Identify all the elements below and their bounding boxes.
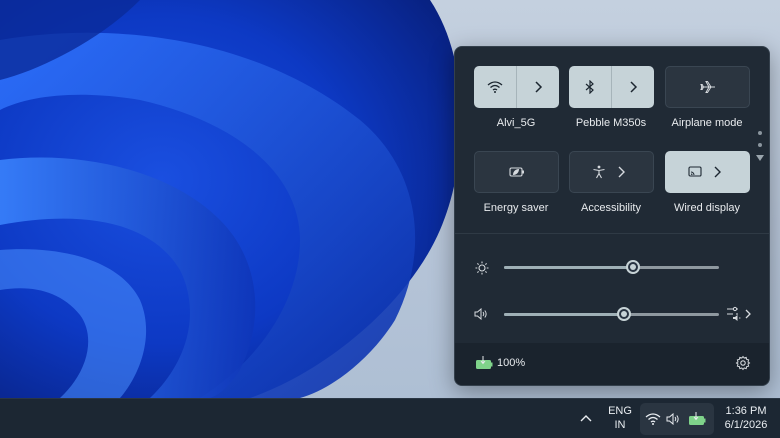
brightness-icon	[475, 261, 489, 275]
bluetooth-tile[interactable]	[569, 66, 654, 108]
volume-fill	[504, 313, 624, 316]
speaker-icon[interactable]	[474, 308, 488, 320]
settings-button[interactable]	[735, 355, 751, 371]
wifi-expand-button[interactable]	[517, 66, 559, 108]
cast-icon-wrap	[665, 151, 708, 193]
wifi-icon	[645, 413, 661, 425]
energy-saver-label: Energy saver	[483, 202, 549, 214]
wifi-label: Alvi_5G	[496, 117, 536, 129]
battery-charging-icon	[476, 356, 493, 369]
language-code: ENG	[608, 405, 632, 417]
battery-percent: 100%	[497, 357, 526, 369]
page-indicator[interactable]	[756, 131, 764, 165]
caret-down-icon	[756, 155, 764, 161]
page-dot	[758, 131, 762, 135]
accessibility-icon	[592, 165, 605, 179]
airplane-icon	[699, 81, 715, 93]
gear-icon	[735, 355, 751, 371]
clock-time: 1:36 PM	[725, 405, 767, 417]
system-tray-quick-settings[interactable]	[640, 403, 714, 435]
volume-thumb[interactable]	[617, 307, 631, 321]
divider	[455, 233, 769, 234]
cast-icon	[687, 166, 702, 177]
speaker-icon	[666, 413, 679, 425]
accessibility-expand-button[interactable]	[612, 152, 654, 192]
bluetooth-icon	[585, 80, 594, 94]
accessibility-tile[interactable]	[569, 151, 654, 193]
clock[interactable]: 1:36 PM 6/1/2026	[716, 404, 776, 432]
battery-status[interactable]: 100%	[475, 356, 525, 370]
show-hidden-icons-button[interactable]	[578, 411, 594, 427]
taskbar: ENG IN 1:36 PM 6/1/2026	[0, 398, 780, 438]
audio-output-button[interactable]	[726, 305, 754, 323]
chevron-right-icon	[630, 81, 638, 93]
energy-saver-icon	[508, 167, 524, 177]
wired-display-tile[interactable]	[665, 151, 750, 193]
page-dot	[758, 143, 762, 147]
energy-saver-tile[interactable]	[474, 151, 559, 193]
wired-display-expand-button[interactable]	[708, 151, 751, 193]
brightness-thumb[interactable]	[626, 260, 640, 274]
quick-settings-footer: 100%	[455, 343, 769, 385]
chevron-right-icon	[714, 166, 721, 178]
clock-date: 6/1/2026	[724, 419, 768, 431]
wifi-toggle[interactable]	[474, 66, 516, 108]
region-code: IN	[614, 419, 626, 431]
wired-display-label: Wired display	[673, 202, 741, 214]
wifi-icon	[487, 81, 503, 93]
bluetooth-toggle[interactable]	[569, 66, 611, 108]
battery-charging-icon	[689, 412, 706, 425]
bluetooth-label: Pebble M350s	[575, 117, 647, 129]
volume-slider[interactable]	[504, 307, 719, 321]
audio-output-icon	[727, 306, 751, 321]
brightness-fill	[504, 266, 633, 269]
language-indicator[interactable]: ENG IN	[604, 404, 636, 432]
accessibility-icon-wrap	[570, 152, 612, 192]
brightness-slider[interactable]	[504, 260, 719, 274]
airplane-mode-tile[interactable]	[665, 66, 750, 108]
chevron-right-icon	[535, 81, 543, 93]
wifi-tile[interactable]	[474, 66, 559, 108]
bluetooth-expand-button[interactable]	[612, 66, 654, 108]
chevron-right-icon	[618, 166, 625, 178]
accessibility-label: Accessibility	[581, 202, 641, 214]
chevron-up-icon	[580, 415, 592, 422]
airplane-mode-label: Airplane mode	[671, 117, 743, 129]
quick-settings-panel: Alvi_5G Pebble M350s Airplane mode Energ…	[454, 46, 770, 386]
